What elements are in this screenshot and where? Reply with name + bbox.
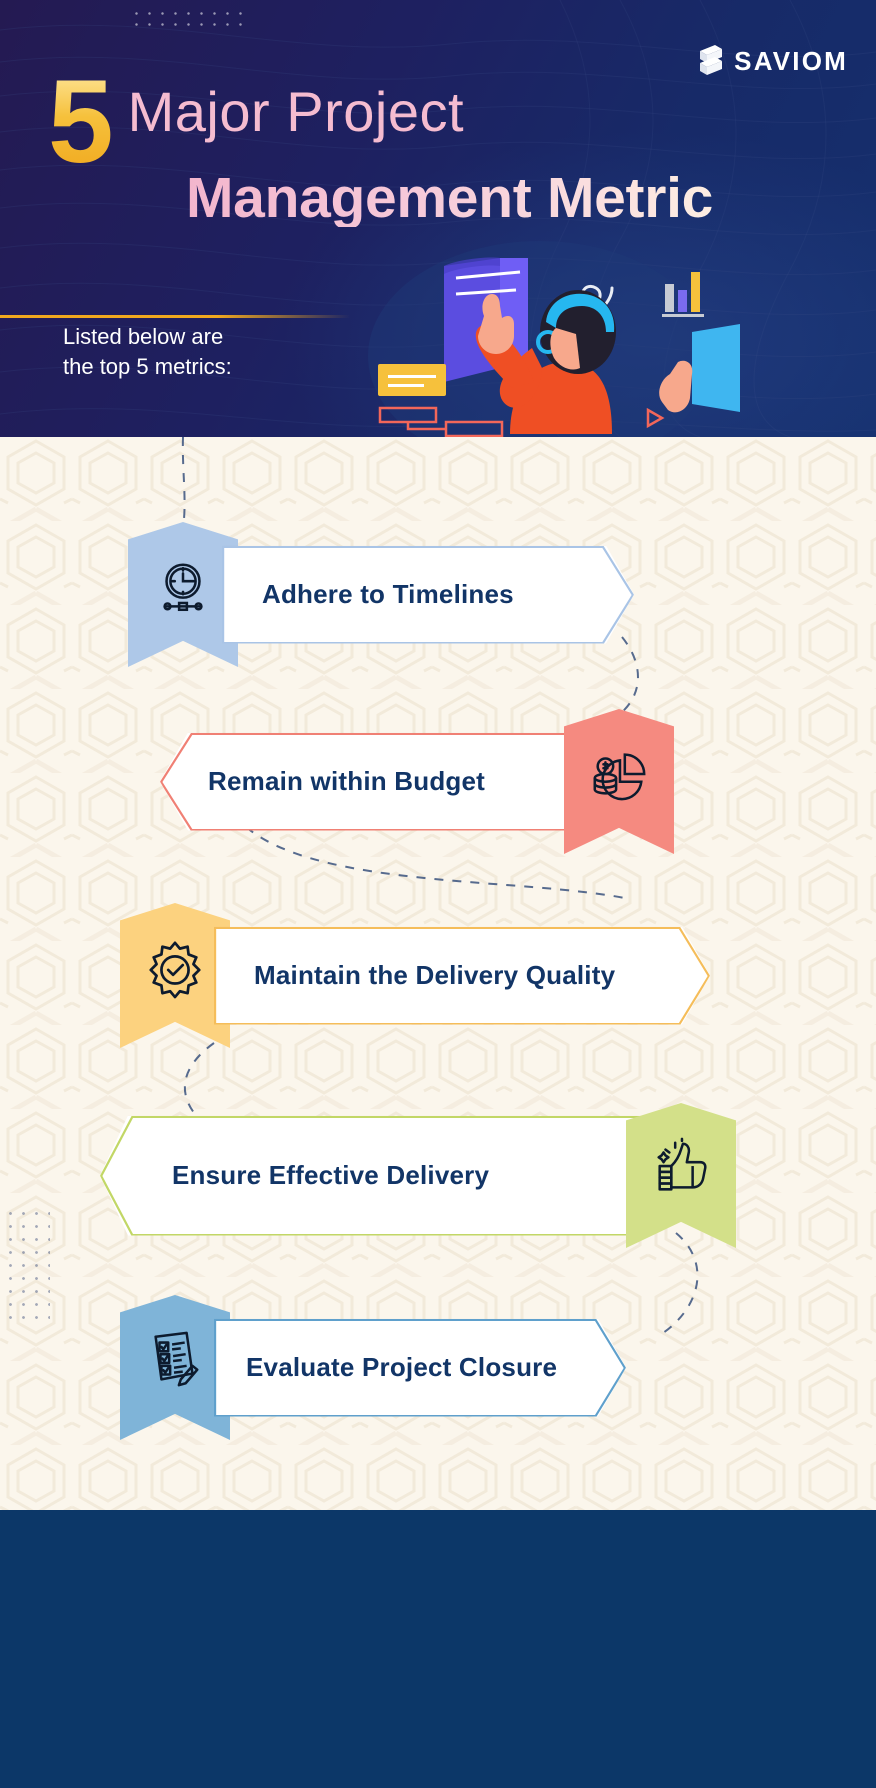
metric-row-5: Evaluate Project Closure xyxy=(120,1295,626,1440)
footer-bar xyxy=(0,1510,876,1788)
metric-label-2: Remain within Budget xyxy=(208,766,485,796)
metric-row-1: Adhere to Timelines xyxy=(128,522,634,667)
header-banner: SAVIOM 5 Major Project Management Metric… xyxy=(0,0,876,437)
metric-row-3: Maintain the Delivery Quality xyxy=(120,903,710,1048)
metric-card-2[interactable]: Remain within Budget xyxy=(160,732,580,831)
header-subtitle: Listed below are the top 5 metrics: xyxy=(63,322,363,383)
headline-line-2: Management Metric xyxy=(186,166,714,230)
metric-banner-5 xyxy=(120,1295,230,1440)
headline-line-1: Major Project xyxy=(127,80,465,143)
budget-pie-coins-icon xyxy=(593,753,646,801)
gear-check-quality-icon xyxy=(149,941,201,999)
hero-illustration xyxy=(368,241,740,437)
metric-banner-1 xyxy=(128,522,238,667)
metrics-flow: Adhere to Timelines Remain within Budget xyxy=(0,437,876,1510)
metric-label-1: Adhere to Timelines xyxy=(262,579,514,609)
metric-banner-3 xyxy=(120,903,230,1048)
header-dot-grid xyxy=(130,8,245,30)
metric-label-3: Maintain the Delivery Quality xyxy=(254,960,616,990)
checklist-clipboard-pen-icon xyxy=(154,1331,199,1387)
thumbs-up-icon xyxy=(657,1137,707,1191)
connector-4-5 xyxy=(659,1232,699,1336)
metric-card-1[interactable]: Adhere to Timelines xyxy=(222,546,634,644)
metric-banner-4 xyxy=(626,1103,736,1248)
gold-divider xyxy=(0,315,350,318)
headline-number: 5 xyxy=(48,56,114,188)
metric-card-5[interactable]: Evaluate Project Closure xyxy=(214,1319,626,1417)
metric-card-3[interactable]: Maintain the Delivery Quality xyxy=(214,927,710,1025)
header-subtitle-line-1: Listed below are xyxy=(63,324,224,349)
connector-intro xyxy=(181,437,186,520)
metric-row-2: Remain within Budget xyxy=(160,709,674,854)
metric-card-4[interactable]: Ensure Effective Delivery xyxy=(100,1115,642,1236)
metric-row-4: Ensure Effective Delivery xyxy=(100,1103,736,1248)
metric-banner-2 xyxy=(564,709,674,854)
header-subtitle-line-2: the top 5 metrics: xyxy=(63,354,232,380)
metric-label-4: Ensure Effective Delivery xyxy=(172,1160,490,1190)
clock-timeline-icon xyxy=(163,563,203,612)
metric-label-5: Evaluate Project Closure xyxy=(246,1352,558,1382)
header-title-block: 5 Major Project Management Metric xyxy=(48,63,788,227)
infographic-page: SAVIOM 5 Major Project Management Metric… xyxy=(0,0,876,1788)
